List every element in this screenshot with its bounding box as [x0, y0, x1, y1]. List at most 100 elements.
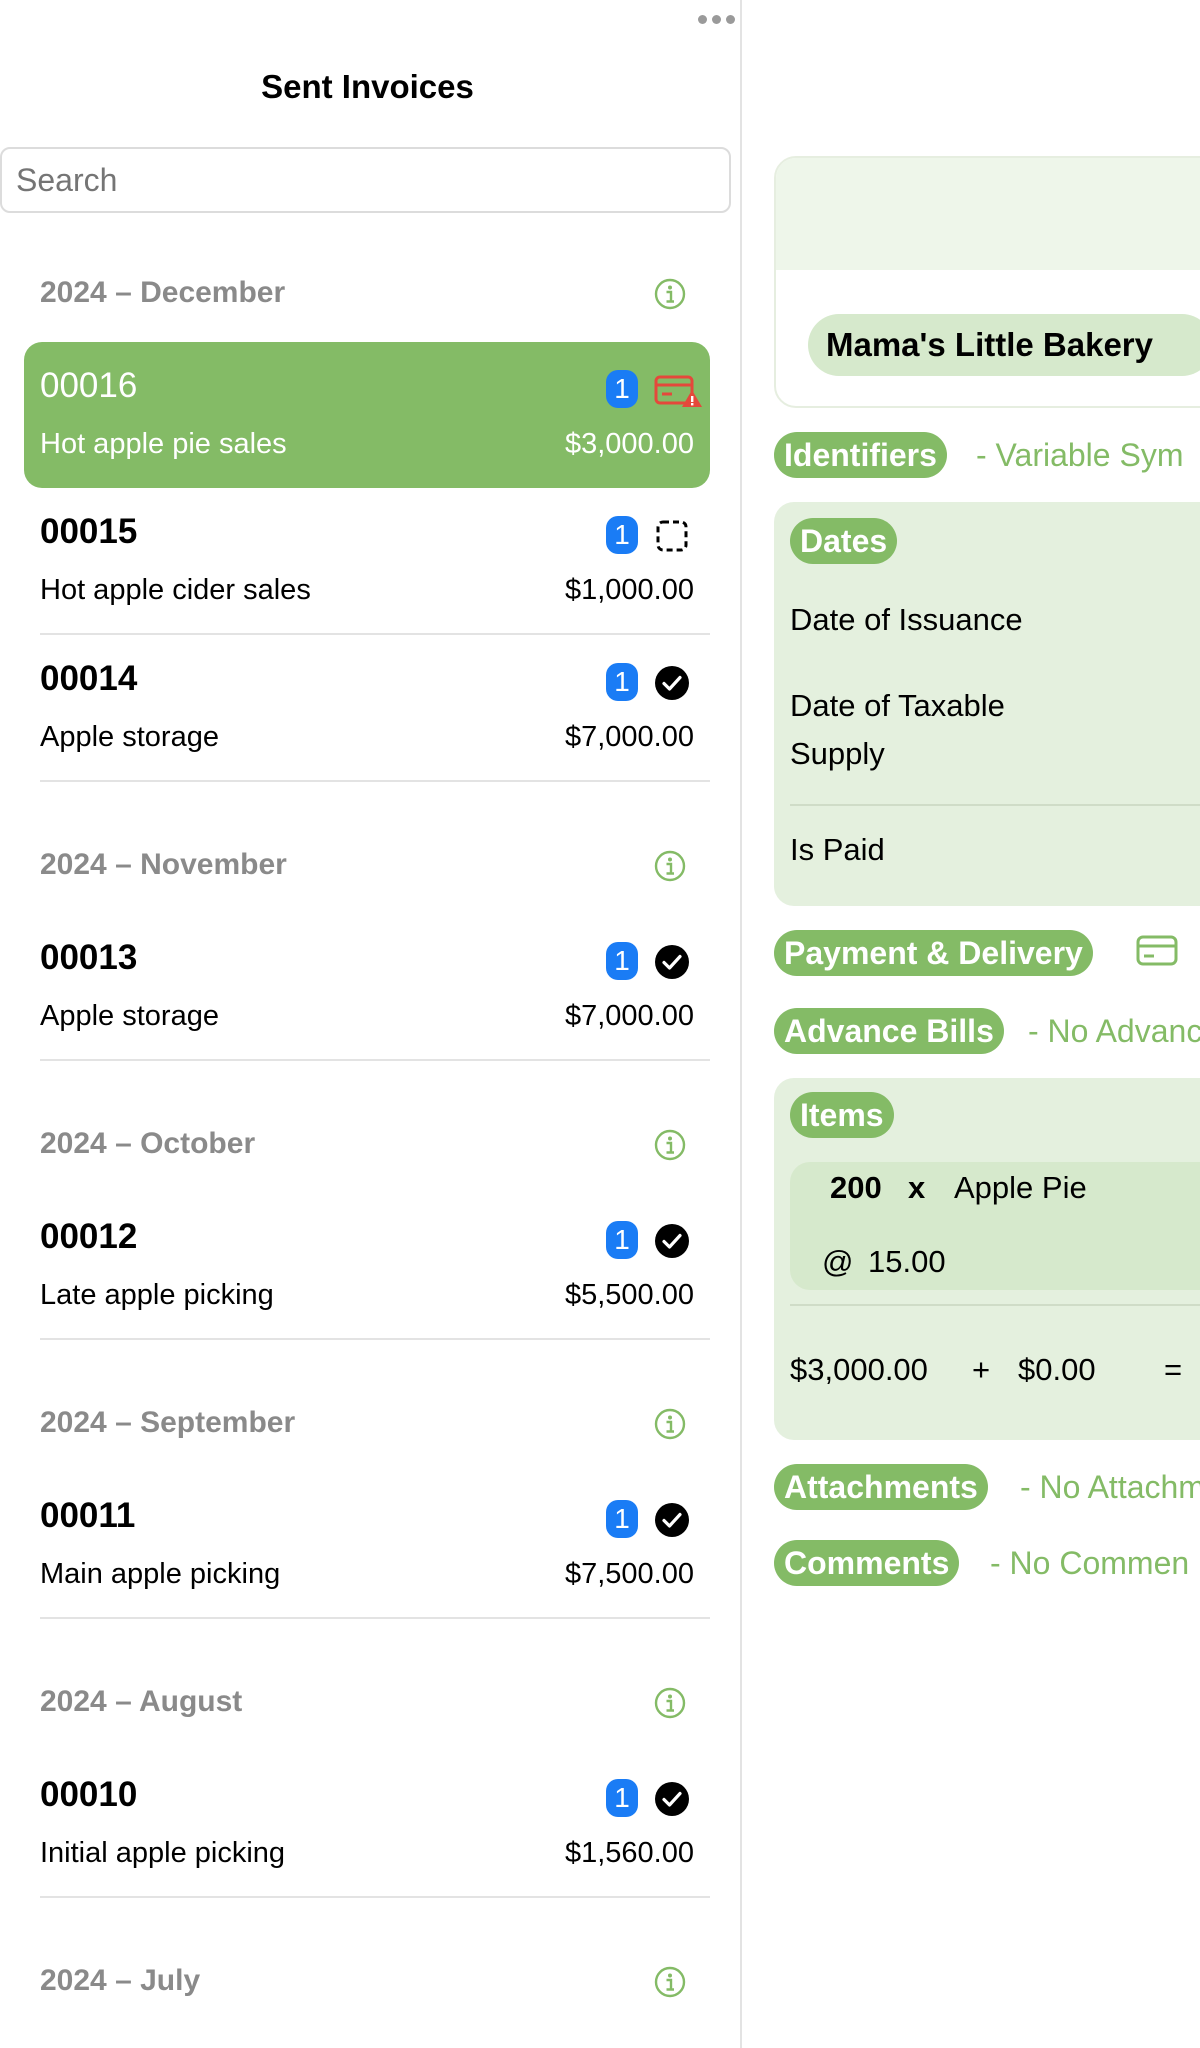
- invoice-amount: $5,500.00: [564, 1279, 694, 1311]
- divider: [40, 1896, 710, 1898]
- invoice-amount: $3,000.00: [564, 428, 694, 460]
- invoice-list: 2024 – December 00016 1 Hot apple pie sales…: [0, 250, 740, 2030]
- advance-bills-label[interactable]: Advance Bills: [774, 1008, 1004, 1054]
- invoice-amount: $7,000.00: [564, 721, 694, 753]
- invoice-amount: $1,000.00: [564, 574, 694, 606]
- invoice-row[interactable]: 00013 1 Apple storage $7,000.00: [24, 914, 710, 1061]
- invoice-description: Initial apple picking: [40, 1837, 286, 1869]
- invoice-description: Hot apple cider sales: [40, 574, 311, 606]
- count-badge: 1: [606, 1221, 638, 1259]
- month-label: 2024 – October: [40, 1127, 256, 1160]
- date-of-taxable-supply-label-1: Date of Taxable: [790, 688, 1005, 723]
- invoice-number: 00010: [40, 1775, 138, 1814]
- invoice-number: 00012: [40, 1217, 138, 1256]
- invoice-detail: Mama's Little Bakery Identifiers - Varia…: [742, 0, 1200, 2048]
- info-icon[interactable]: [654, 278, 686, 310]
- item-unit-price: 15.00: [868, 1244, 946, 1279]
- divider: [790, 804, 1200, 806]
- header-band: [776, 158, 1200, 270]
- invoice-description: Apple storage: [40, 721, 219, 753]
- divider: [40, 780, 710, 782]
- search-input[interactable]: [0, 147, 731, 213]
- attachments-note: - No Attachm: [1020, 1469, 1200, 1505]
- payment-delivery-label[interactable]: Payment & Delivery: [774, 930, 1093, 976]
- invoice-row[interactable]: 00012 1 Late apple picking $5,500.00: [24, 1193, 710, 1340]
- invoice-number: 00015: [40, 512, 138, 551]
- invoice-amount: $1,560.00: [564, 1837, 694, 1869]
- dates-card: Dates Date of Issuance Date of Taxable S…: [774, 502, 1200, 906]
- credit-card-icon[interactable]: [1136, 934, 1180, 968]
- advance-bills-note: - No Advanc: [1028, 1013, 1200, 1049]
- items-tax: $0.00: [1018, 1352, 1096, 1387]
- dashed-square-icon: [654, 518, 690, 554]
- checkmark-circle-icon: [654, 1781, 690, 1817]
- count-badge: 1: [606, 663, 638, 701]
- month-label: 2024 – July: [40, 1964, 201, 1997]
- info-icon[interactable]: [654, 850, 686, 882]
- checkmark-circle-icon: [654, 1502, 690, 1538]
- item-name: Apple Pie: [954, 1170, 1087, 1205]
- month-label: 2024 – November: [40, 848, 287, 881]
- info-icon[interactable]: [654, 1408, 686, 1440]
- invoice-description: Late apple picking: [40, 1279, 274, 1311]
- count-badge: 1: [606, 1500, 638, 1538]
- invoice-description: Main apple picking: [40, 1558, 281, 1590]
- header-card: Mama's Little Bakery: [774, 156, 1200, 408]
- invoice-description: Apple storage: [40, 1000, 219, 1032]
- items-plus: +: [972, 1352, 991, 1387]
- info-icon[interactable]: [654, 1966, 686, 1998]
- item-quantity: 200: [830, 1170, 882, 1205]
- divider: [40, 1059, 710, 1061]
- invoice-number: 00011: [40, 1496, 136, 1535]
- line-item[interactable]: 200 x Apple Pie @ 15.00: [790, 1162, 1200, 1290]
- date-of-issuance-label: Date of Issuance: [790, 602, 1023, 637]
- sidebar: Sent Invoices 2024 – December 00016 1 Hot a…: [0, 0, 742, 2048]
- invoice-row[interactable]: 00016 1 Hot apple pie sales $3,000.00: [24, 342, 710, 488]
- month-header: 2024 – July: [0, 1938, 740, 2030]
- invoice-row[interactable]: 00015 1 Hot apple cider sales $1,000.00: [24, 488, 710, 635]
- attachments-label[interactable]: Attachments: [774, 1464, 988, 1510]
- month-header: 2024 – September: [0, 1380, 740, 1472]
- divider: [790, 1304, 1200, 1306]
- items-label: Items: [790, 1092, 894, 1138]
- card-warning-icon: [654, 372, 702, 408]
- invoice-row[interactable]: 00014 1 Apple storage $7,000.00: [24, 635, 710, 782]
- invoice-number: 00013: [40, 938, 138, 977]
- dates-label: Dates: [790, 518, 898, 564]
- checkmark-circle-icon: [654, 665, 690, 701]
- item-times: x: [908, 1170, 926, 1205]
- month-header: 2024 – October: [0, 1101, 740, 1193]
- month-label: 2024 – August: [40, 1685, 243, 1718]
- sidebar-title: Sent Invoices: [261, 68, 474, 105]
- divider: [40, 1338, 710, 1340]
- identifiers-note: - Variable Sym: [976, 437, 1184, 473]
- month-header: 2024 – December: [0, 250, 740, 342]
- checkmark-circle-icon: [654, 1223, 690, 1259]
- comments-label[interactable]: Comments: [774, 1540, 960, 1586]
- count-badge: 1: [606, 942, 638, 980]
- month-header: 2024 – August: [0, 1659, 740, 1751]
- month-label: 2024 – September: [40, 1406, 296, 1439]
- info-icon[interactable]: [654, 1687, 686, 1719]
- identifiers-label[interactable]: Identifiers: [774, 432, 947, 478]
- is-paid-label: Is Paid: [790, 832, 885, 867]
- item-at: @: [822, 1244, 854, 1279]
- invoice-row[interactable]: 00010 1 Initial apple picking $1,560.00: [24, 1751, 710, 1898]
- invoice-description: Hot apple pie sales: [40, 428, 287, 460]
- count-badge: 1: [606, 1779, 638, 1817]
- date-of-taxable-supply-label-2: Supply: [790, 736, 885, 771]
- company-name[interactable]: Mama's Little Bakery: [808, 314, 1200, 376]
- count-badge: 1: [606, 516, 638, 554]
- items-subtotal: $3,000.00: [790, 1352, 928, 1387]
- checkmark-circle-icon: [654, 944, 690, 980]
- more-options-icon[interactable]: [694, 12, 738, 26]
- count-badge: 1: [606, 370, 638, 408]
- divider: [40, 1617, 710, 1619]
- info-icon[interactable]: [654, 1129, 686, 1161]
- invoice-row[interactable]: 00011 1 Main apple picking $7,500.00: [24, 1472, 710, 1619]
